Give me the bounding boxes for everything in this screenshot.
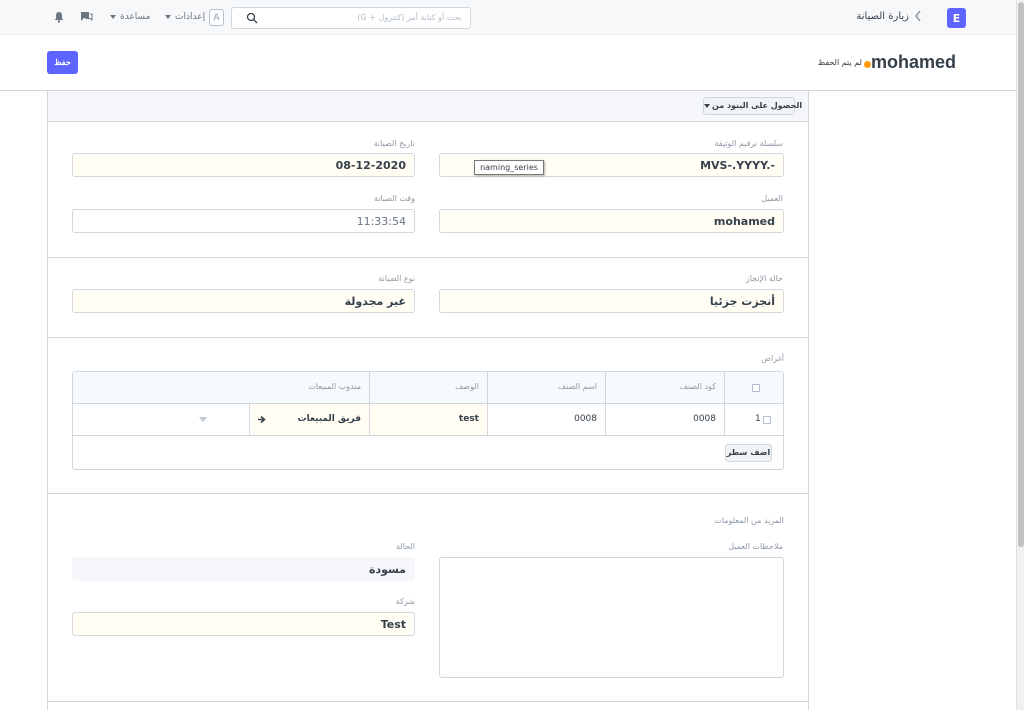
- completion-status-label: حالة الإنجاز: [745, 274, 783, 283]
- caret-down-icon: [704, 103, 710, 108]
- unsaved-indicator: لم يتم الحفظ: [817, 58, 862, 67]
- page-header: حفظ لم يتم الحفظ mohamed: [0, 35, 1016, 91]
- sales-person-dropdown[interactable]: [73, 404, 249, 436]
- app-logo[interactable]: E: [947, 8, 966, 28]
- completion-status-select[interactable]: أنجزت جزئيا: [439, 289, 784, 313]
- customer-feedback-textarea[interactable]: [439, 557, 784, 678]
- settings-dropdown[interactable]: إعدادات: [165, 12, 205, 22]
- maintenance-time-field[interactable]: 11:33:54: [72, 209, 415, 233]
- breadcrumb[interactable]: زيارة الصيانة: [854, 11, 909, 22]
- search-input[interactable]: بحث أو كتابة أمر (كنترول + G): [231, 7, 471, 29]
- save-button[interactable]: حفظ: [47, 51, 78, 74]
- sales-person-value: فريق المبيعات: [297, 414, 361, 424]
- help-label: مساعدة: [120, 12, 151, 22]
- customer-field[interactable]: mohamed: [439, 209, 784, 233]
- purposes-table: مندوب المبيعات الوصف اسم الصنف كود الصنف…: [72, 371, 784, 470]
- sales-person-cell[interactable]: فريق المبيعات: [249, 404, 369, 436]
- chat-icon[interactable]: [80, 11, 93, 23]
- status-label: الحالة: [396, 542, 415, 551]
- bell-icon[interactable]: [53, 11, 66, 23]
- maintenance-type-label: نوع الصيانة: [378, 274, 415, 283]
- maintenance-time-label: وقت الصيانة: [373, 194, 415, 203]
- naming-series-label: سلسلة ترقيم الوثيقة: [714, 139, 783, 148]
- description-cell[interactable]: test: [369, 404, 487, 436]
- section-divider: [48, 337, 808, 338]
- caret-down-icon: [110, 14, 116, 19]
- get-items-label: الحصول على البنود من: [712, 101, 803, 110]
- table-header: مندوب المبيعات الوصف اسم الصنف كود الصنف: [73, 372, 783, 404]
- row-index: 1: [755, 414, 761, 424]
- item-name-cell[interactable]: 0008: [487, 404, 605, 436]
- search-icon: [246, 12, 258, 24]
- item-code-cell[interactable]: 0008: [605, 404, 724, 436]
- chevron-left-icon: [913, 9, 923, 23]
- select-all-checkbox[interactable]: [752, 384, 760, 392]
- status-field: مسودة: [72, 557, 415, 581]
- customer-label: العميل: [761, 194, 783, 203]
- customer-feedback-label: ملاحظات العميل: [728, 542, 783, 551]
- user-avatar[interactable]: A: [209, 9, 224, 26]
- col-item-name: اسم الصنف: [487, 372, 605, 404]
- maintenance-date-label: تاريخ الصيانة: [373, 139, 415, 148]
- company-field[interactable]: Test: [72, 612, 415, 636]
- col-item-code: كود الصنف: [605, 372, 724, 404]
- status-dot: [864, 61, 871, 68]
- company-label: شركة: [395, 597, 415, 606]
- search-placeholder: بحث أو كتابة أمر (كنترول + G): [357, 13, 462, 22]
- help-dropdown[interactable]: مساعدة: [110, 12, 150, 22]
- more-info-section-title: المزيد من المعلومات: [714, 516, 784, 525]
- page-scrollbar[interactable]: [1016, 0, 1024, 710]
- col-select-all: [724, 372, 783, 404]
- row-checkbox[interactable]: [763, 416, 771, 424]
- section-divider: [48, 701, 808, 702]
- section-divider: [48, 493, 808, 494]
- section-divider: [48, 257, 808, 258]
- top-navbar: E زيارة الصيانة بحث أو كتابة أمر (كنترول…: [0, 0, 1016, 35]
- settings-label: إعدادات: [175, 12, 206, 22]
- caret-down-icon: [165, 14, 171, 19]
- col-description: الوصف: [369, 372, 487, 404]
- form-toolbar: الحصول على البنود من: [48, 91, 808, 122]
- page-title: mohamed: [871, 52, 957, 72]
- col-sales-person: مندوب المبيعات: [308, 382, 361, 391]
- scrollbar-thumb[interactable]: [1018, 2, 1024, 547]
- chevron-down-icon: [199, 417, 207, 422]
- maintenance-date-field[interactable]: 08-12-2020: [72, 153, 415, 177]
- maintenance-type-select[interactable]: غير مجدولة: [72, 289, 415, 313]
- arrow-right-icon: [258, 415, 266, 424]
- naming-series-tooltip: naming_series: [474, 160, 544, 175]
- add-row-button[interactable]: اضف سطر: [725, 444, 772, 462]
- row-index-cell[interactable]: 1: [724, 404, 783, 436]
- get-items-from-button[interactable]: الحصول على البنود من: [703, 97, 802, 115]
- purposes-label: أغراض: [761, 354, 784, 363]
